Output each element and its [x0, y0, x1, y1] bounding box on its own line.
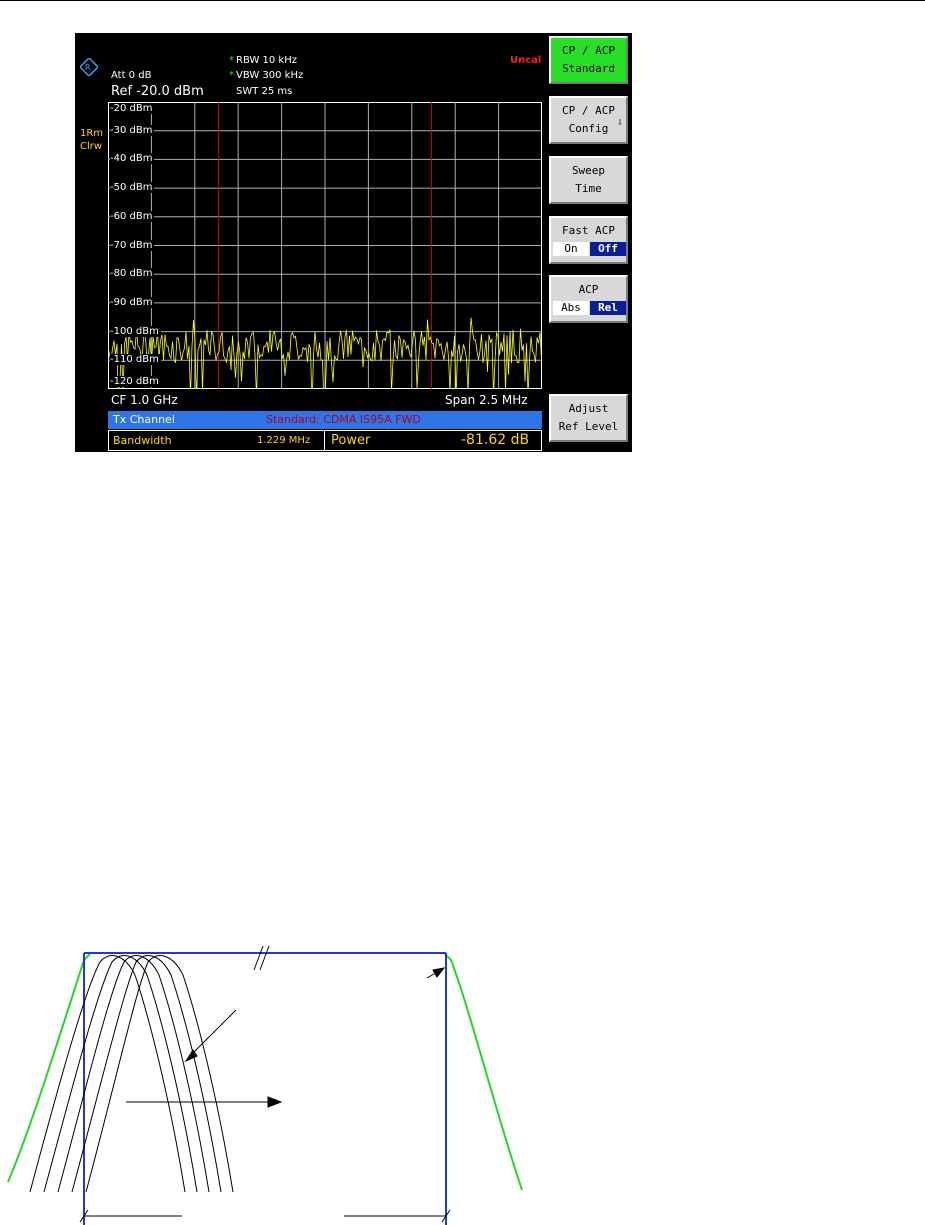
attenuation-readout: Att 0 dB	[111, 70, 152, 81]
analyzer-screen: R * RBW 10 kHz * VBW 300 kHz Att 0 dB Re…	[75, 33, 632, 452]
bandwidth-value: 1.229 MHz	[257, 435, 311, 446]
rohde-schwarz-logo-icon: R	[80, 58, 98, 76]
softkey-label: ACP	[578, 283, 599, 296]
spectrum-display[interactable]: -20 dBm -30 dBm -40 dBm -50 dBm -60 dBm -70 d…	[107, 102, 542, 413]
acp-abs-option[interactable]: Abs	[553, 301, 589, 315]
acp-rel-option[interactable]: Rel	[590, 301, 626, 315]
fast-acp-on-option[interactable]: On	[553, 242, 589, 256]
y-axis-label: -80 dBm	[110, 268, 155, 280]
acp-mode-toggle[interactable]: ACP Abs Rel	[549, 275, 628, 323]
filter-sweep-diagram	[7, 945, 523, 1225]
y-axis-label: -90 dBm	[110, 296, 155, 308]
softkey-label: CP / ACP	[562, 44, 615, 57]
softkey-label: CP / ACP	[562, 104, 615, 117]
rbw-readout: RBW 10 kHz	[236, 55, 297, 66]
y-axis-label: -70 dBm	[110, 239, 155, 251]
softkey-label: Standard	[562, 62, 615, 75]
fast-acp-off-option[interactable]: Off	[590, 242, 626, 256]
y-axis-label: -50 dBm	[110, 182, 155, 194]
standard-label: Standard: CDMA IS95A FWD	[266, 413, 421, 426]
channel-bandwidth-box	[83, 952, 447, 1225]
sweep-time-button[interactable]: Sweep Time	[549, 156, 628, 204]
center-frequency: CF 1.0 GHz	[111, 393, 178, 407]
adjust-ref-level-button[interactable]: Adjust Ref Level	[549, 394, 628, 442]
bandwidth-dimension-line	[79, 1209, 451, 1223]
submenu-arrow-icon: ⇩	[616, 117, 623, 128]
y-axis-label: -20 dBm	[110, 103, 155, 114]
power-label: Power	[331, 433, 371, 448]
rbw-star-icon: *	[229, 55, 234, 66]
trace-mode-label: 1Rm	[80, 128, 104, 139]
page-top-rule	[0, 0, 925, 1]
pointer-arrows	[126, 967, 446, 1108]
sweep-time-readout: SWT 25 ms	[236, 86, 293, 97]
trace-detector-label: Clrw	[80, 141, 103, 152]
softkey-label: Time	[575, 182, 602, 195]
table-header-row: Tx Channel Standard: CDMA IS95A FWD	[108, 411, 542, 429]
tx-channel-label: Tx Channel	[113, 413, 175, 426]
axis-break-icon	[253, 945, 270, 971]
uncal-indicator: Uncal	[510, 55, 542, 66]
ref-level-readout: Ref -20.0 dBm	[111, 84, 204, 99]
spectrum-grid	[107, 102, 542, 413]
softkey-label: Sweep	[571, 164, 606, 177]
cp-acp-standard-button[interactable]: CP / ACP Standard	[549, 36, 628, 84]
softkey-label: Ref Level	[558, 420, 619, 433]
y-axis-label: -110 dBm	[110, 354, 161, 366]
y-axis-label: -60 dBm	[110, 210, 155, 222]
y-axis-label: -100 dBm	[110, 325, 161, 337]
outer-filter-curve	[7, 953, 523, 1191]
span-readout: Span 2.5 MHz	[445, 393, 528, 407]
power-value: -81.62 dB	[461, 432, 530, 448]
vbw-readout: VBW 300 kHz	[236, 70, 304, 81]
y-axis-label: -40 dBm	[110, 153, 155, 165]
bandwidth-label: Bandwidth	[113, 434, 172, 447]
softkey-label: Fast ACP	[562, 224, 615, 237]
fast-acp-toggle[interactable]: Fast ACP On Off	[549, 216, 628, 264]
y-axis-label: -120 dBm	[110, 376, 161, 387]
softkey-label: Config	[568, 122, 609, 135]
channel-power-table: Tx Channel Standard: CDMA IS95A FWD Band…	[108, 411, 542, 451]
softkey-label: Adjust	[568, 402, 609, 415]
svg-text:R: R	[85, 63, 91, 72]
vbw-star-icon: *	[229, 70, 234, 81]
table-row: Bandwidth 1.229 MHz Power -81.62 dB	[108, 430, 542, 451]
rbw-filter-curves	[29, 955, 234, 1193]
cp-acp-config-button[interactable]: CP / ACP Config ⇩	[549, 96, 628, 144]
y-axis-label: -30 dBm	[110, 124, 155, 136]
cell-divider	[324, 431, 325, 450]
